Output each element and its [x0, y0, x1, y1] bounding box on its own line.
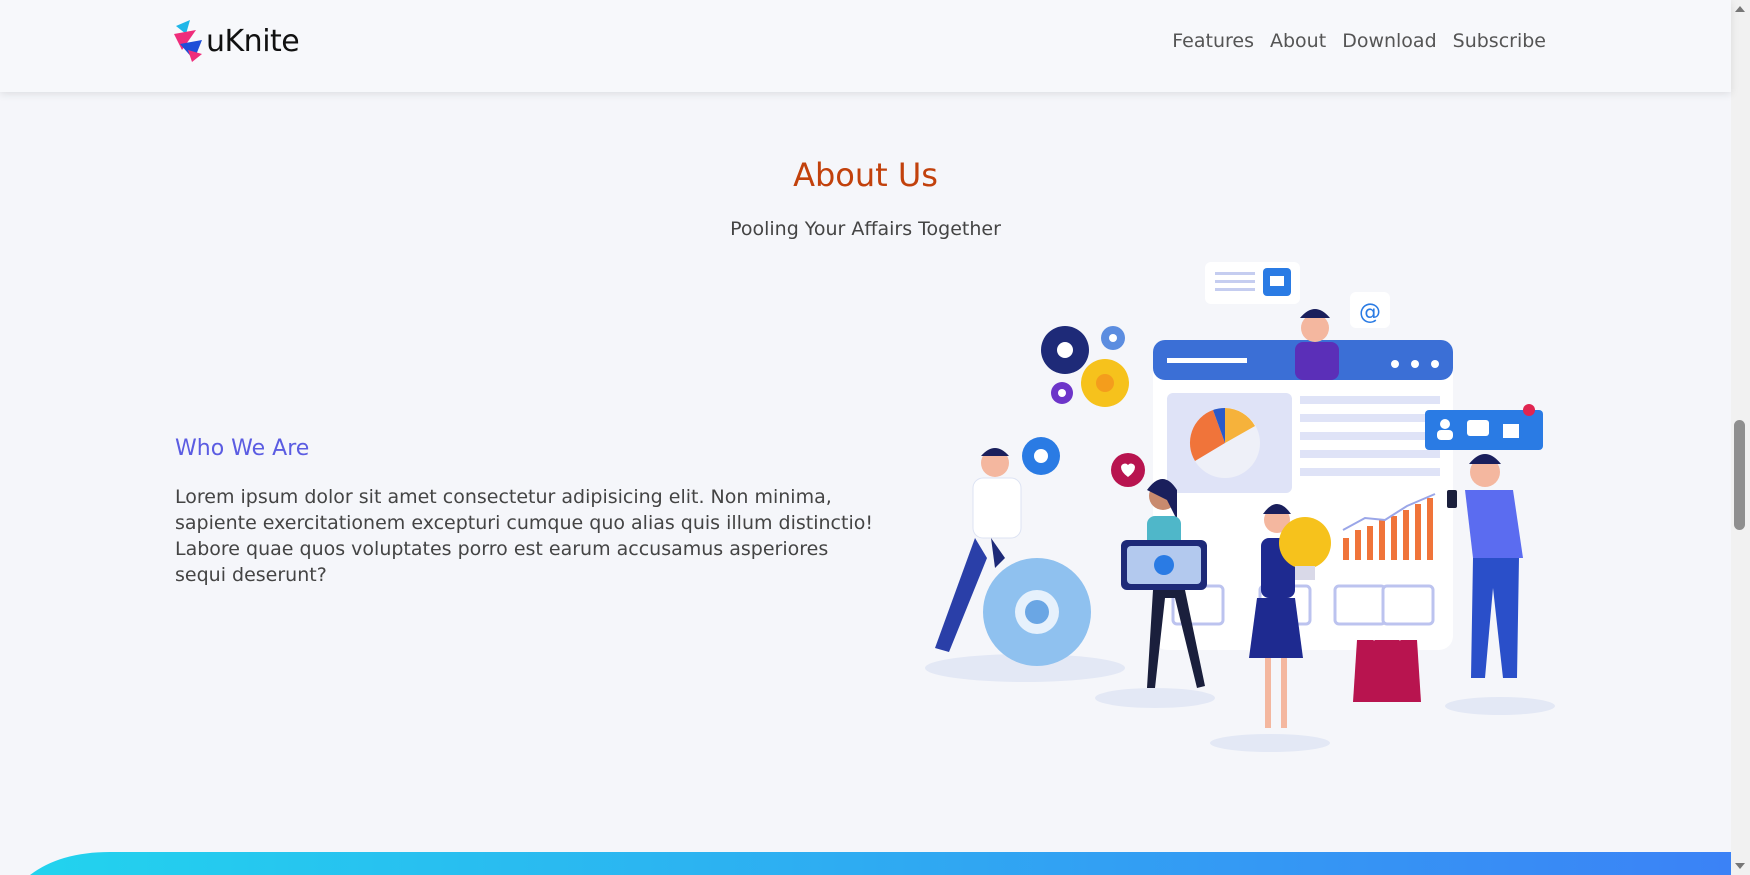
scroll-down-icon[interactable] [1735, 863, 1745, 869]
team-collaboration-illustration: @ [925, 262, 1555, 752]
who-we-are-heading: Who We Are [175, 436, 310, 461]
main-nav: Features About Download Subscribe [1172, 30, 1546, 52]
brand-logo[interactable]: uKnite [174, 20, 300, 62]
scrollbar-thumb[interactable] [1734, 420, 1745, 530]
nav-about[interactable]: About [1270, 30, 1326, 52]
navbar: uKnite Features About Download Subscribe [0, 0, 1731, 92]
about-title: About Us [793, 156, 938, 194]
footer-wave-decoration [30, 852, 1731, 875]
brand-name: uKnite [206, 23, 300, 59]
nav-download[interactable]: Download [1342, 30, 1436, 52]
scroll-up-icon[interactable] [1735, 6, 1745, 12]
uknite-logo-icon [174, 20, 202, 62]
svg-text:@: @ [1359, 300, 1381, 325]
about-subtitle: Pooling Your Affairs Together [730, 218, 1001, 240]
nav-features[interactable]: Features [1172, 30, 1254, 52]
about-paragraph: Lorem ipsum dolor sit amet consectetur a… [175, 486, 873, 586]
nav-subscribe[interactable]: Subscribe [1453, 30, 1546, 52]
page-scrollbar[interactable] [1731, 0, 1750, 875]
